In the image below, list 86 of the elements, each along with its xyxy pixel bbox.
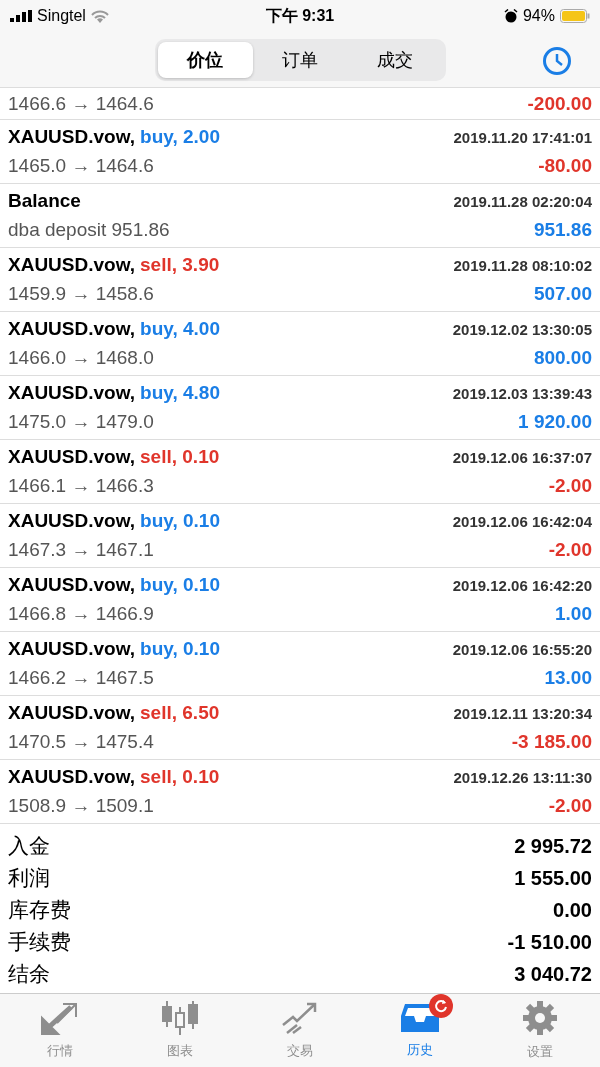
price-range: 1470.5 → 1475.4 <box>8 730 154 753</box>
symbol-name: XAUUSD.vow, <box>8 510 136 533</box>
candlestick-icon <box>161 1001 199 1035</box>
deal-time: 2019.12.06 16:42:20 <box>452 577 592 595</box>
price-range: 1466.2 → 1467.5 <box>8 666 154 689</box>
signal-icon <box>10 10 32 22</box>
summary-value: 3 040.72 <box>514 962 592 986</box>
clock-time: 下午 9:31 <box>265 5 335 26</box>
summary-label: 利润 <box>8 865 50 891</box>
order-side: sell, 0.10 <box>140 446 220 469</box>
battery-percent: 94% <box>522 7 555 25</box>
profit-value: 13.00 <box>544 666 592 689</box>
price-range: 1466.1 → 1466.3 <box>8 474 154 497</box>
order-side: sell, 0.10 <box>140 766 220 789</box>
order-side: buy, 2.00 <box>140 126 220 149</box>
settings-icon <box>522 1000 558 1036</box>
deal-time: 2019.12.06 16:42:04 <box>452 513 592 531</box>
symbol-name: XAUUSD.vow, <box>8 638 136 661</box>
deal-time: 2019.12.26 13:11:30 <box>453 769 592 787</box>
carrier-name: Singtel <box>37 7 86 25</box>
summary-label: 入金 <box>8 833 50 859</box>
symbol-name: XAUUSD.vow, <box>8 766 136 789</box>
summary-label: 库存费 <box>8 897 71 923</box>
deal-time: 2019.12.11 13:20:34 <box>453 705 592 723</box>
segment-tab[interactable]: 价位 <box>157 41 253 78</box>
deal-time: 2019.12.03 13:39:43 <box>452 385 592 403</box>
order-side: buy, 0.10 <box>140 574 220 597</box>
price-range: 1466.8 → 1466.9 <box>8 602 154 625</box>
deal-time: 2019.12.06 16:37:07 <box>452 449 592 467</box>
profit-value: -2.00 <box>548 794 592 817</box>
alarm-icon <box>503 9 518 23</box>
summary-label: 结余 <box>8 961 50 987</box>
order-side: sell, 6.50 <box>140 702 220 725</box>
symbol-name: XAUUSD.vow, <box>8 382 136 405</box>
summary-value: 2 995.72 <box>514 834 592 858</box>
price-range: 1508.9 → 1509.1 <box>8 794 154 817</box>
battery-icon <box>560 9 590 23</box>
symbol-name: XAUUSD.vow, <box>8 702 136 725</box>
profit-value: -80.00 <box>538 154 592 177</box>
price-range: 1466.6 → 1464.6 <box>8 92 154 115</box>
profit-value: -200.00 <box>527 92 592 115</box>
summary-value: 1 555.00 <box>514 866 592 890</box>
deal-time: 2019.12.06 16:55:20 <box>452 641 592 659</box>
tab-bar-item[interactable]: 交易 <box>240 994 360 1067</box>
profit-value: 1.00 <box>555 602 592 625</box>
balance-title: Balance <box>8 190 81 213</box>
deal-time: 2019.11.28 08:10:02 <box>453 257 592 275</box>
price-range: 1467.3 → 1467.1 <box>8 538 154 561</box>
segment-tab[interactable]: 成交 <box>347 41 443 78</box>
segment-tab[interactable]: 订单 <box>252 41 348 78</box>
tab-bar-item[interactable]: 图表 <box>120 994 240 1067</box>
deal-time: 2019.12.02 13:30:05 <box>452 321 592 339</box>
clock-icon[interactable] <box>542 46 572 76</box>
tab-bar-item[interactable]: 行情 <box>0 994 120 1067</box>
profit-value: -2.00 <box>548 474 592 497</box>
price-range: 1466.0 → 1468.0 <box>8 346 154 369</box>
tab-bar-item[interactable]: 历史 <box>360 994 480 1067</box>
summary-label: 手续费 <box>8 929 71 955</box>
profit-value: 951.86 <box>533 218 592 241</box>
summary-value: -1 510.00 <box>507 930 592 954</box>
profit-value: 507.00 <box>533 282 592 305</box>
order-side: buy, 4.80 <box>140 382 220 405</box>
order-side: buy, 0.10 <box>140 510 220 533</box>
deposit-note: dba deposit 951.86 <box>8 218 170 241</box>
trend-icon <box>281 1001 319 1035</box>
symbol-name: XAUUSD.vow, <box>8 126 136 149</box>
price-range: 1475.0 → 1479.0 <box>8 410 154 433</box>
price-range: 1459.9 → 1458.6 <box>8 282 154 305</box>
summary-value: 0.00 <box>553 898 592 922</box>
profit-value: -3 185.00 <box>511 730 592 753</box>
profit-value: -2.00 <box>548 538 592 561</box>
profit-value: 1 920.00 <box>518 410 592 433</box>
order-side: sell, 3.90 <box>140 254 220 277</box>
symbol-name: XAUUSD.vow, <box>8 254 136 277</box>
symbol-name: XAUUSD.vow, <box>8 318 136 341</box>
profit-value: 800.00 <box>533 346 592 369</box>
tab-bar-item[interactable]: 设置 <box>480 994 600 1067</box>
price-range: 1465.0 → 1464.6 <box>8 154 154 177</box>
deal-time: 2019.11.20 17:41:01 <box>453 129 592 147</box>
order-side: buy, 0.10 <box>140 638 220 661</box>
order-side: buy, 4.00 <box>140 318 220 341</box>
symbol-name: XAUUSD.vow, <box>8 446 136 469</box>
symbol-name: XAUUSD.vow, <box>8 574 136 597</box>
deal-time: 2019.11.28 02:20:04 <box>453 193 592 211</box>
wifi-icon <box>90 9 109 23</box>
double-arrow-icon <box>41 1001 79 1035</box>
